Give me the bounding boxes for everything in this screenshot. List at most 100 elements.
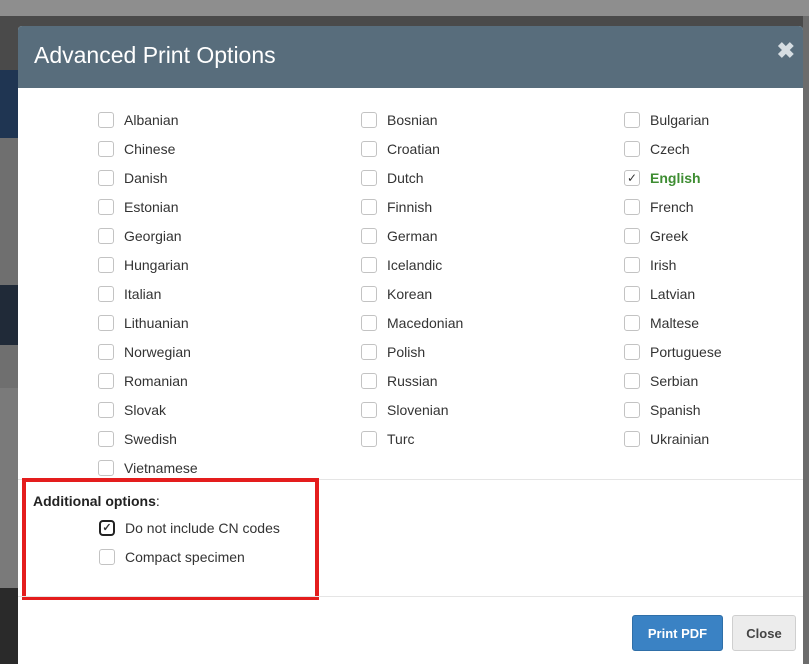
language-option-latvian[interactable]: Latvian [624, 284, 695, 304]
language-option-estonian[interactable]: Estonian [98, 197, 178, 217]
language-option-hungarian[interactable]: Hungarian [98, 255, 189, 275]
language-label: Italian [124, 286, 162, 302]
language-option-spanish[interactable]: Spanish [624, 400, 701, 420]
language-option-slovenian[interactable]: Slovenian [361, 400, 449, 420]
language-option-swedish[interactable]: Swedish [98, 429, 177, 449]
language-label: Latvian [650, 286, 696, 302]
language-label: Turc [387, 431, 415, 447]
checkbox[interactable] [361, 315, 377, 331]
language-option-german[interactable]: German [361, 226, 438, 246]
checkbox[interactable] [361, 344, 377, 360]
language-option-vietnamese[interactable]: Vietnamese [98, 458, 198, 478]
checkbox[interactable] [361, 257, 377, 273]
additional-options-colon: : [155, 493, 160, 509]
language-option-macedonian[interactable]: Macedonian [361, 313, 463, 333]
checkbox-checked[interactable]: ✓ [624, 170, 640, 186]
language-option-croatian[interactable]: Croatian [361, 139, 440, 159]
language-option-bulgarian[interactable]: Bulgarian [624, 110, 709, 130]
language-option-korean[interactable]: Korean [361, 284, 432, 304]
background-topbar [0, 0, 809, 16]
option-no-cn-codes[interactable]: ✓ Do not include CN codes [99, 518, 280, 538]
checkbox[interactable] [98, 141, 114, 157]
checkbox[interactable] [98, 373, 114, 389]
checkbox[interactable] [98, 170, 114, 186]
language-option-maltese[interactable]: Maltese [624, 313, 699, 333]
language-option-lithuanian[interactable]: Lithuanian [98, 313, 189, 333]
checkbox[interactable] [624, 112, 640, 128]
checkbox[interactable] [98, 344, 114, 360]
checkbox[interactable] [98, 402, 114, 418]
option-compact-specimen[interactable]: Compact specimen [99, 547, 245, 567]
language-option-norwegian[interactable]: Norwegian [98, 342, 191, 362]
language-option-french[interactable]: French [624, 197, 694, 217]
language-label: Swedish [124, 431, 177, 447]
checkbox[interactable] [98, 286, 114, 302]
language-option-turc[interactable]: Turc [361, 429, 414, 449]
language-option-albanian[interactable]: Albanian [98, 110, 179, 130]
checkbox[interactable] [361, 141, 377, 157]
language-label: Dutch [387, 170, 424, 186]
language-option-greek[interactable]: Greek [624, 226, 688, 246]
language-option-ukrainian[interactable]: Ukrainian [624, 429, 709, 449]
checkbox[interactable] [361, 402, 377, 418]
checkbox-checked[interactable]: ✓ [99, 520, 115, 536]
language-option-serbian[interactable]: Serbian [624, 371, 698, 391]
footer-divider [18, 596, 803, 597]
language-option-irish[interactable]: Irish [624, 255, 676, 275]
checkbox[interactable] [99, 549, 115, 565]
language-label: Icelandic [387, 257, 443, 273]
language-option-icelandic[interactable]: Icelandic [361, 255, 442, 275]
language-label: Russian [387, 373, 438, 389]
checkbox[interactable] [624, 141, 640, 157]
checkbox[interactable] [98, 315, 114, 331]
language-label: Irish [650, 257, 677, 273]
close-icon[interactable]: ✖ [777, 40, 795, 62]
language-option-georgian[interactable]: Georgian [98, 226, 182, 246]
language-label: Slovenian [387, 402, 449, 418]
language-option-finnish[interactable]: Finnish [361, 197, 432, 217]
checkbox[interactable] [624, 315, 640, 331]
checkbox[interactable] [624, 228, 640, 244]
checkbox[interactable] [98, 228, 114, 244]
checkbox[interactable] [361, 199, 377, 215]
language-option-italian[interactable]: Italian [98, 284, 161, 304]
checkbox[interactable] [98, 257, 114, 273]
language-label: Czech [650, 141, 690, 157]
checkbox[interactable] [98, 199, 114, 215]
checkbox[interactable] [361, 431, 377, 447]
checkbox[interactable] [98, 112, 114, 128]
language-option-bosnian[interactable]: Bosnian [361, 110, 438, 130]
language-option-danish[interactable]: Danish [98, 168, 168, 188]
checkbox[interactable] [624, 199, 640, 215]
close-button[interactable]: Close [732, 615, 796, 651]
language-label: Serbian [650, 373, 699, 389]
language-option-english[interactable]: ✓ English [624, 168, 701, 188]
language-label: Romanian [124, 373, 188, 389]
language-label: Spanish [650, 402, 701, 418]
checkbox[interactable] [361, 170, 377, 186]
checkbox[interactable] [624, 373, 640, 389]
language-option-romanian[interactable]: Romanian [98, 371, 188, 391]
language-option-dutch[interactable]: Dutch [361, 168, 424, 188]
checkbox[interactable] [624, 431, 640, 447]
language-option-polish[interactable]: Polish [361, 342, 425, 362]
checkbox[interactable] [98, 460, 114, 476]
language-option-chinese[interactable]: Chinese [98, 139, 175, 159]
checkbox[interactable] [624, 257, 640, 273]
language-option-slovak[interactable]: Slovak [98, 400, 166, 420]
checkbox[interactable] [361, 228, 377, 244]
language-checkbox-grid: Albanian Chinese Danish Estonian Georgian Hun… [18, 88, 803, 478]
checkbox[interactable] [624, 286, 640, 302]
checkbox[interactable] [361, 373, 377, 389]
checkbox[interactable] [361, 286, 377, 302]
language-option-czech[interactable]: Czech [624, 139, 690, 159]
language-option-russian[interactable]: Russian [361, 371, 438, 391]
language-label: Hungarian [124, 257, 189, 273]
print-pdf-button[interactable]: Print PDF [632, 615, 723, 651]
language-option-portuguese[interactable]: Portuguese [624, 342, 722, 362]
checkbox[interactable] [624, 402, 640, 418]
checkbox[interactable] [98, 431, 114, 447]
checkbox[interactable] [361, 112, 377, 128]
language-label: Greek [650, 228, 689, 244]
checkbox[interactable] [624, 344, 640, 360]
